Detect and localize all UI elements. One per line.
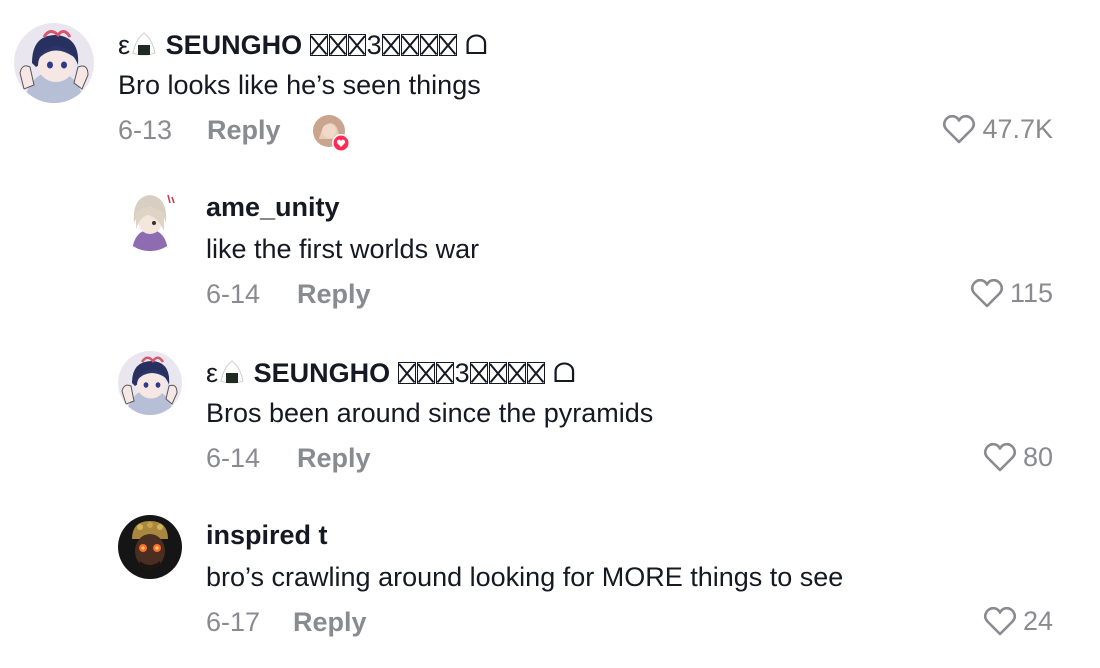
rice-ball-emoji-icon: [130, 30, 158, 60]
like-count: 24: [1022, 605, 1053, 636]
comment-username[interactable]: ε SEUNGHO 3 ᗝ: [118, 31, 488, 59]
avatar[interactable]: [14, 23, 94, 103]
unsupported-glyph-icon: [435, 362, 454, 384]
anime-avatar-image: [14, 23, 94, 103]
unsupported-glyph-icon: [469, 362, 488, 384]
avatar[interactable]: [118, 351, 182, 415]
heart-outline-icon: [983, 442, 1017, 472]
like-button[interactable]: 80: [983, 441, 1053, 473]
heart-outline-icon: [983, 606, 1017, 636]
unsupported-glyph-icon: [419, 34, 438, 56]
anime-avatar-image: [118, 187, 182, 251]
like-button[interactable]: 115: [970, 277, 1053, 309]
comment-username[interactable]: inspired t: [206, 522, 328, 549]
username-text: SEUNGHO: [253, 358, 391, 388]
like-button[interactable]: 47.7K: [942, 113, 1053, 145]
heart-outline-icon: [943, 114, 976, 144]
heart-outline-icon: [970, 278, 1004, 308]
profile-photo-image: [118, 515, 182, 579]
creator-liked-badge: [313, 115, 351, 153]
unsupported-glyph-icon: [381, 34, 400, 56]
comment-text: like the first worlds war: [206, 234, 480, 264]
username-end-glyph: ᗝ: [465, 30, 488, 60]
comment-date: 6-14: [206, 279, 261, 309]
unsupported-glyph-icon: [488, 362, 507, 384]
username-prefix-glyph: ε: [206, 358, 219, 388]
like-button[interactable]: 24: [983, 605, 1053, 637]
unsupported-glyph-icon: [416, 362, 435, 384]
username-suffix-glyph: 3: [454, 358, 470, 388]
like-count: 47.7K: [982, 113, 1053, 144]
comment-date: 6-13: [118, 115, 173, 145]
unsupported-glyph-icon: [507, 362, 526, 384]
like-count: 80: [1022, 441, 1053, 472]
unsupported-glyph-icon: [328, 34, 347, 56]
reply-button[interactable]: Reply: [293, 609, 367, 636]
unsupported-glyph-icon: [438, 34, 457, 56]
avatar[interactable]: [118, 515, 182, 579]
comment-text: Bros been around since the pyramids: [206, 398, 654, 428]
unsupported-glyph-icon: [400, 34, 419, 56]
username-suffix-glyph: 3: [366, 30, 382, 60]
comment-date: 6-17: [206, 607, 261, 637]
comment-username[interactable]: ε SEUNGHO 3 ᗝ: [206, 359, 576, 387]
rice-ball-emoji-icon: [218, 358, 246, 388]
reply-button[interactable]: Reply: [297, 281, 371, 308]
heart-filled-badge-icon: [313, 115, 350, 152]
reply-button[interactable]: Reply: [207, 117, 281, 144]
like-count: 115: [1009, 277, 1053, 308]
comment-date: 6-14: [206, 443, 261, 473]
comment-text: bro’s crawling around looking for MORE t…: [206, 562, 844, 592]
anime-avatar-image: [118, 351, 182, 415]
avatar[interactable]: [118, 187, 182, 251]
comment-text: Bro looks like he’s seen things: [118, 70, 481, 100]
reply-button[interactable]: Reply: [297, 445, 371, 472]
username-text: SEUNGHO: [165, 30, 303, 60]
unsupported-glyph-icon: [397, 362, 416, 384]
comment-username[interactable]: ame_unity: [206, 194, 340, 221]
unsupported-glyph-icon: [347, 34, 366, 56]
username-end-glyph: ᗝ: [553, 358, 576, 388]
username-prefix-glyph: ε: [118, 30, 131, 60]
unsupported-glyph-icon: [309, 34, 328, 56]
unsupported-glyph-icon: [526, 362, 545, 384]
